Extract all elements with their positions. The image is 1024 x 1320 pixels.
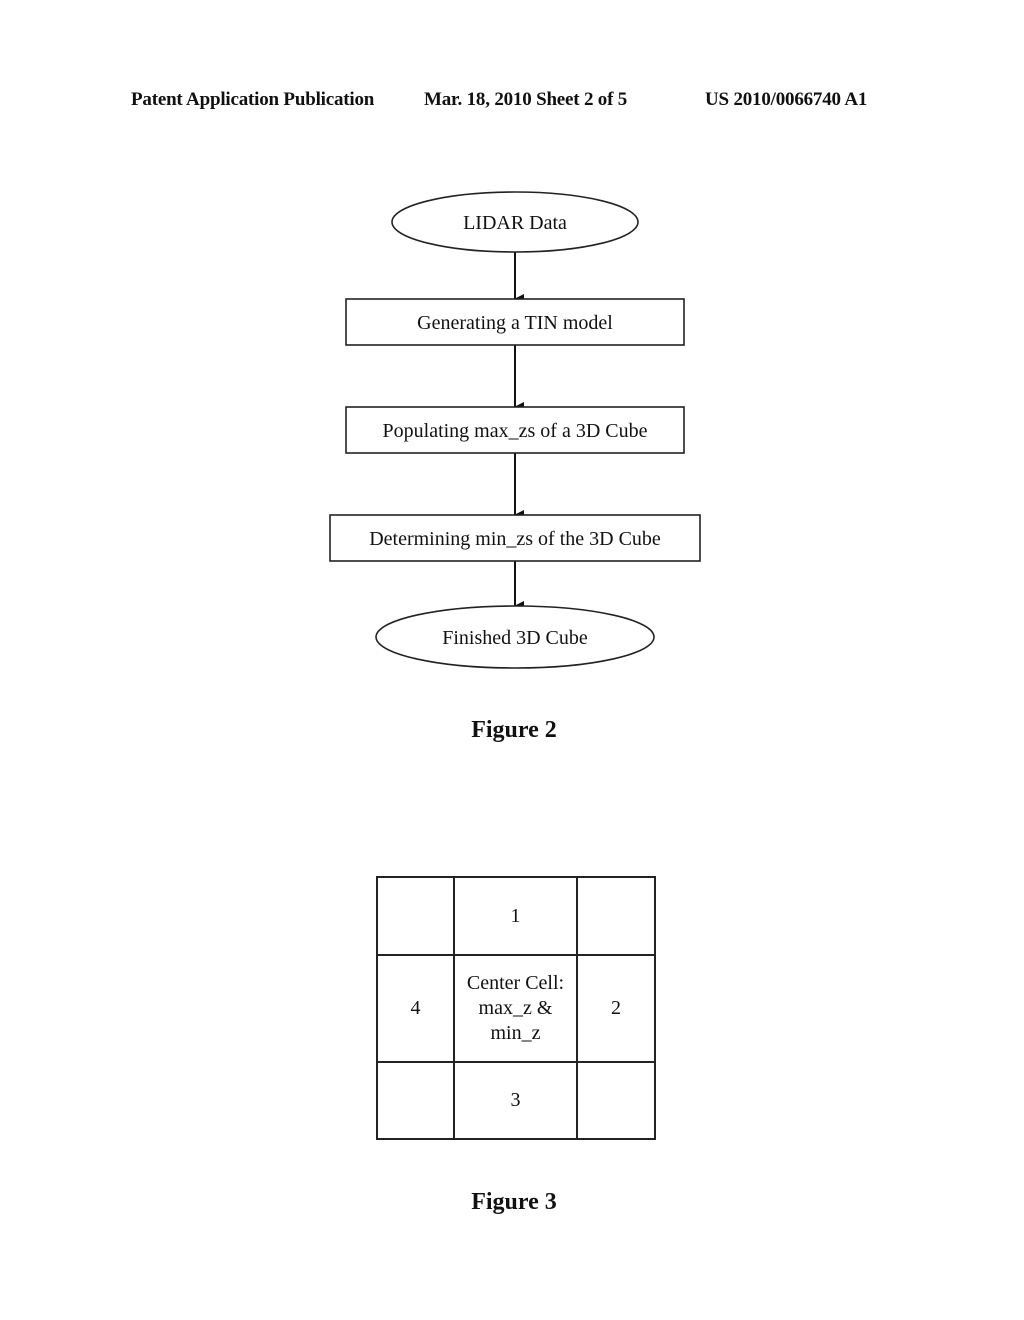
flow-node-label: LIDAR Data xyxy=(463,212,567,234)
flow-node-determine-min: Determining min_zs of the 3D Cube xyxy=(329,514,701,562)
grid-cell: 2 xyxy=(576,954,656,1063)
flow-node-populate-max: Populating max_zs of a 3D Cube xyxy=(345,406,685,454)
flow-node-lidar-data: LIDAR Data xyxy=(391,191,639,253)
grid-cell xyxy=(376,876,455,956)
flow-node-label: Generating a TIN model xyxy=(417,312,613,334)
flow-node-label: Populating max_zs of a 3D Cube xyxy=(383,420,648,442)
flow-node-label: Finished 3D Cube xyxy=(442,627,588,649)
figure-3-caption: Figure 3 xyxy=(471,1189,557,1215)
grid-cell xyxy=(576,876,656,956)
grid-cell: 3 xyxy=(453,1061,578,1140)
flow-node-generate-tin: Generating a TIN model xyxy=(345,298,685,346)
figure-2-caption: Figure 2 xyxy=(471,717,557,743)
grid-cell xyxy=(376,1061,455,1140)
flow-node-finished-cube: Finished 3D Cube xyxy=(375,605,655,669)
grid-cell xyxy=(576,1061,656,1140)
figure-2-flowchart: LIDAR Data Generating a TIN model Populati… xyxy=(329,191,701,669)
flow-node-label: Determining min_zs of the 3D Cube xyxy=(369,528,661,550)
grid-cell: 4 xyxy=(376,954,455,1063)
grid-center-cell: Center Cell: max_z & min_z xyxy=(453,954,578,1063)
figure-3-cell-grid: 1 4 Center Cell: max_z & min_z 2 3 xyxy=(376,876,656,1140)
grid-cell: 1 xyxy=(453,876,578,956)
